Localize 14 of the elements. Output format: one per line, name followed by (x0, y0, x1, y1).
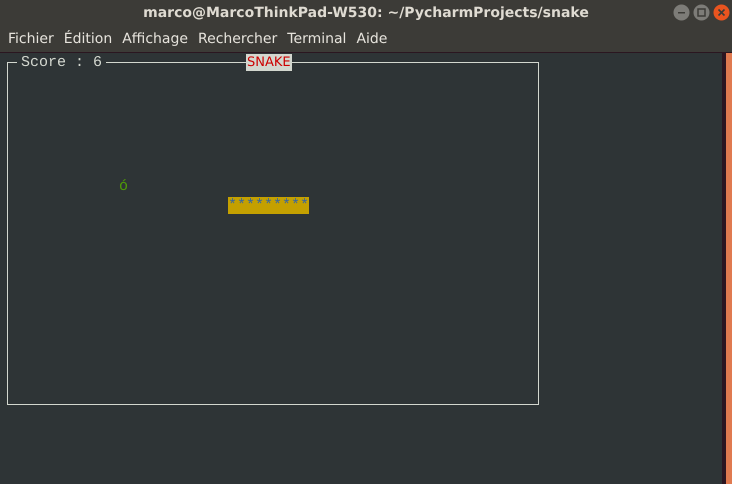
food: ó (119, 178, 128, 195)
menu-item[interactable]: Aide (351, 30, 392, 46)
menu-item[interactable]: Terminal (282, 30, 352, 46)
window-title: marco@MarcoThinkPad-W530: ~/PycharmProjects/snake (143, 4, 589, 20)
minimize-icon[interactable] (673, 4, 690, 21)
menu-item[interactable]: Affichage (117, 30, 193, 46)
game-title: SNAKE (246, 54, 292, 71)
snake: ********* (228, 197, 310, 214)
maximize-icon[interactable] (693, 4, 710, 21)
menu-item[interactable]: Édition (58, 30, 118, 46)
menu-item[interactable]: Fichier (3, 30, 59, 46)
menu-item[interactable]: Rechercher (192, 30, 282, 46)
close-icon[interactable] (713, 4, 730, 21)
scrollbar[interactable] (726, 53, 732, 484)
